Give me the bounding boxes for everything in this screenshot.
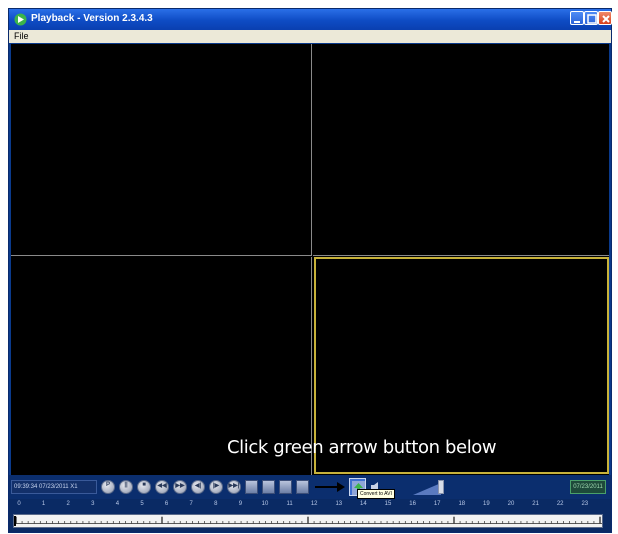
- stop-label: ■: [142, 482, 146, 488]
- timeline-hour-labels: 0 1 2 3 4 5 6 7 8 9 10 11 12 13 14 15 16 17 18 19 20 21 22 23: [9, 501, 611, 511]
- timeline-hour-label: 15: [384, 501, 392, 507]
- timeline-hour-label: 13: [335, 501, 343, 507]
- timeline-hour-label: 4: [115, 501, 120, 507]
- fast-forward-button[interactable]: ▶▶: [173, 480, 187, 494]
- minimize-icon: [574, 21, 580, 23]
- volume-slider-track[interactable]: [413, 483, 441, 495]
- playback-window: Playback - Version 2.3.4.3 File Click gr…: [8, 8, 612, 533]
- window-title: Playback - Version 2.3.4.3: [31, 13, 153, 24]
- play-label: P: [105, 482, 110, 488]
- timeline-hour-label: 16: [409, 501, 416, 507]
- instruction-overlay: Click green arrow button below: [227, 437, 497, 458]
- control-bar: 09:39:34 07/23/2011 X1 P || ■ ◀◀ ▶▶ ◀| |…: [9, 475, 611, 499]
- video-pane-1[interactable]: [11, 44, 312, 256]
- timeline-hour-label: 6: [164, 501, 169, 507]
- stop-button[interactable]: ■: [137, 480, 151, 494]
- snapshot-button[interactable]: [245, 480, 258, 494]
- timeline-hour-label: 19: [483, 501, 490, 507]
- timeline-hour-label: 7: [189, 501, 193, 507]
- timeline-hour-label: 11: [286, 501, 293, 507]
- timeline-ticks: [14, 516, 602, 524]
- step-back-button[interactable]: ◀|: [191, 480, 205, 494]
- timeline-hour-label: 5: [140, 501, 144, 507]
- timeline-hour-label: 2: [66, 501, 70, 507]
- timeline-cursor[interactable]: [14, 516, 16, 526]
- timeline-hour-label: 23: [581, 501, 589, 507]
- timeline-hour-label: 10: [261, 501, 269, 507]
- timeline-hour-label: 20: [507, 501, 515, 507]
- timeline-hour-label: 8: [214, 501, 218, 507]
- video-grid: Click green arrow button below: [11, 44, 609, 475]
- next-label: ▶▶|: [228, 483, 240, 489]
- title-bar[interactable]: Playback - Version 2.3.4.3: [9, 9, 612, 30]
- time-readout: 09:39:34 07/23/2011 X1: [11, 480, 97, 494]
- timeline-hour-label: 3: [91, 501, 95, 507]
- step-back-label: ◀|: [194, 483, 202, 489]
- step-forward-label: |▶: [212, 483, 220, 489]
- pause-button[interactable]: ||: [119, 480, 133, 494]
- pause-label: ||: [124, 482, 128, 488]
- timeline-track[interactable]: [13, 514, 603, 528]
- timeline-hour-label: 12: [310, 501, 318, 507]
- close-icon: [602, 15, 610, 23]
- timeline-hour-label: 18: [458, 501, 466, 507]
- menu-file[interactable]: File: [14, 31, 29, 41]
- timeline[interactable]: 0 1 2 3 4 5 6 7 8 9 10 11 12 13 14 15 16 17 18 19 20 21 22 23: [9, 499, 611, 532]
- timeline-hour-label: 22: [556, 501, 564, 507]
- next-button[interactable]: ▶▶|: [227, 480, 241, 494]
- timeline-hour-label: 21: [532, 501, 539, 507]
- export-button[interactable]: [296, 480, 309, 494]
- app-icon: [14, 13, 27, 26]
- arrow-pointer-icon: [315, 482, 345, 492]
- maximize-icon: [587, 14, 597, 24]
- record-button[interactable]: [262, 480, 275, 494]
- clip-button[interactable]: [279, 480, 292, 494]
- timeline-hour-label: 17: [433, 501, 441, 507]
- minimize-button[interactable]: [570, 11, 584, 25]
- menu-bar: File: [9, 30, 611, 43]
- maximize-button[interactable]: [584, 11, 598, 25]
- close-button[interactable]: [598, 11, 612, 25]
- step-forward-button[interactable]: |▶: [209, 480, 223, 494]
- rewind-label: ◀◀: [157, 483, 167, 489]
- volume-slider-handle[interactable]: [438, 480, 444, 494]
- timeline-hour-label: 9: [238, 501, 243, 507]
- timeline-hour-label: 1: [41, 501, 46, 507]
- rewind-button[interactable]: ◀◀: [155, 480, 169, 494]
- timeline-hour-label: 14: [360, 501, 367, 507]
- video-pane-2[interactable]: [313, 44, 609, 256]
- convert-tooltip: Convert to AVI: [357, 489, 395, 499]
- timeline-hour-label: 0: [17, 501, 21, 507]
- date-readout[interactable]: 07/23/2011: [570, 480, 606, 494]
- play-button[interactable]: P: [101, 480, 115, 494]
- fast-forward-label: ▶▶: [175, 483, 185, 489]
